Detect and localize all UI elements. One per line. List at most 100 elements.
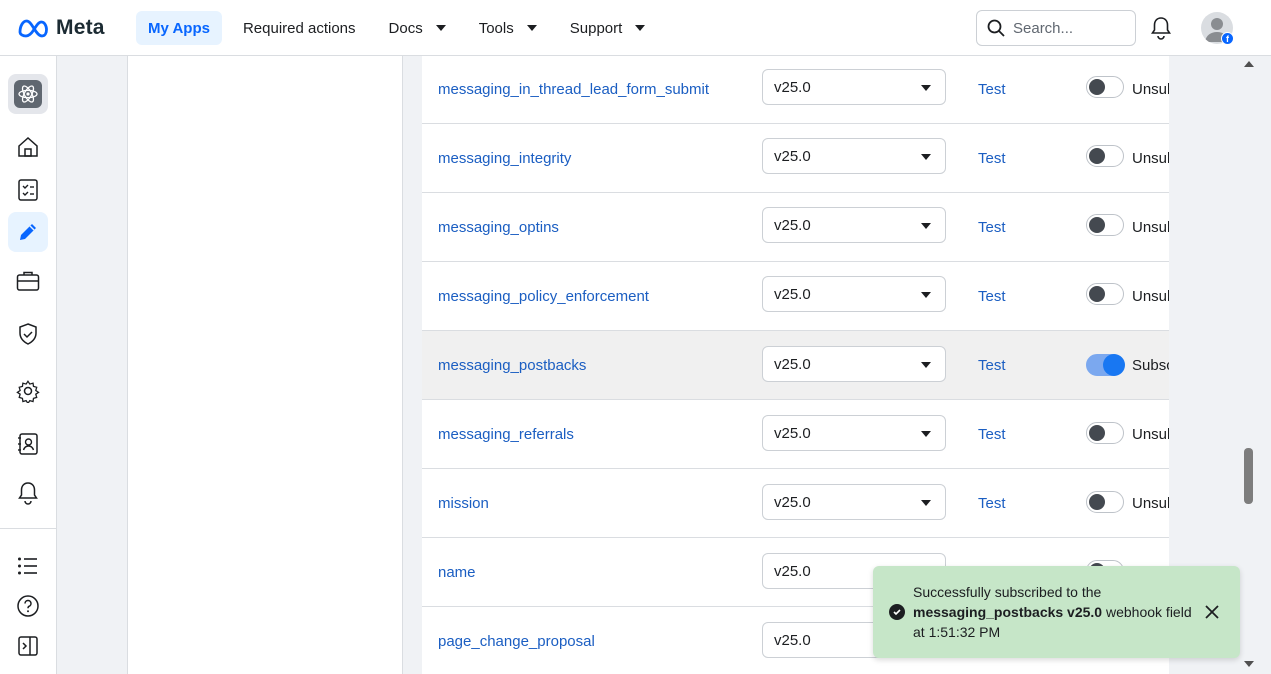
sidebar-item-app-review[interactable]	[8, 314, 48, 354]
table-row: messaging_postbacks v25.0 Test Subscribe…	[422, 331, 1169, 400]
sidebar-item-alerts[interactable]	[8, 473, 48, 513]
toggle-knob	[1089, 286, 1105, 302]
version-select[interactable]: v25.0	[762, 138, 946, 174]
nav-my-apps[interactable]: My Apps	[136, 11, 222, 45]
app-switcher-button[interactable]	[8, 74, 48, 114]
checklist-icon	[18, 179, 38, 201]
test-button[interactable]: Test	[978, 400, 1006, 468]
webhook-field-link[interactable]: messaging_optins	[438, 193, 559, 261]
chevron-down-icon	[921, 154, 931, 160]
toast-message: Successfully subscribed to the messaging…	[913, 582, 1193, 642]
toast-line-1: Successfully subscribed to the	[913, 584, 1102, 600]
version-value: v25.0	[774, 78, 811, 96]
nav-support[interactable]: Support	[558, 11, 658, 45]
version-select[interactable]: v25.0	[762, 207, 946, 243]
notifications-button[interactable]	[1150, 16, 1172, 45]
version-value: v25.0	[774, 216, 811, 234]
search-icon	[987, 19, 1005, 37]
test-button[interactable]: Test	[978, 331, 1006, 399]
meta-logo[interactable]: Meta	[16, 16, 105, 40]
webhook-field-link[interactable]: messaging_referrals	[438, 400, 574, 468]
edit-icon	[20, 224, 36, 240]
help-icon	[17, 595, 39, 617]
chevron-down-icon	[921, 431, 931, 437]
subscribe-toggle[interactable]	[1086, 491, 1124, 513]
table-row: messaging_integrity v25.0 Test Unsubscri…	[422, 124, 1169, 193]
bell-icon	[18, 482, 38, 505]
sidebar-item-help[interactable]	[8, 586, 48, 626]
list-icon	[18, 557, 37, 575]
sidebar-item-business[interactable]	[8, 261, 48, 301]
bell-icon	[1151, 17, 1171, 40]
test-button[interactable]: Test	[978, 56, 1006, 123]
table-row: mission v25.0 Test Unsubscribe	[422, 469, 1169, 538]
test-button[interactable]: Test	[978, 262, 1006, 330]
toggle-knob	[1103, 354, 1125, 376]
toggle-knob	[1089, 148, 1105, 164]
chevron-down-icon	[526, 25, 537, 31]
subscription-status: Unsubscribe	[1132, 425, 1169, 443]
version-value: v25.0	[774, 147, 811, 165]
webhook-field-link[interactable]: messaging_in_thread_lead_form_submit	[438, 56, 709, 123]
nav-required-actions[interactable]: Required actions	[231, 11, 368, 45]
table-row: messaging_in_thread_lead_form_submit v25…	[422, 56, 1169, 124]
version-select[interactable]: v25.0	[762, 69, 946, 105]
subscribe-toggle[interactable]	[1086, 214, 1124, 236]
version-select[interactable]: v25.0	[762, 484, 946, 520]
main-nav: My Apps Required actions Docs Tools Supp…	[136, 11, 666, 45]
subscription-status: Unsubscribe	[1132, 149, 1169, 167]
version-select[interactable]: v25.0	[762, 415, 946, 451]
subscribe-toggle[interactable]	[1086, 76, 1124, 98]
subscribe-toggle[interactable]	[1086, 283, 1124, 305]
briefcase-icon	[16, 271, 40, 291]
webhook-field-link[interactable]: messaging_integrity	[438, 124, 571, 192]
test-button[interactable]: Test	[978, 124, 1006, 192]
sidebar-item-roles[interactable]	[8, 424, 48, 464]
search-input[interactable]	[1013, 19, 1123, 37]
success-toast: Successfully subscribed to the messaging…	[873, 566, 1240, 658]
scroll-up-arrow-icon[interactable]	[1244, 61, 1254, 67]
nav-required-actions-label: Required actions	[242, 19, 356, 37]
webhook-field-link[interactable]: messaging_policy_enforcement	[438, 262, 649, 330]
subscribe-toggle[interactable]	[1086, 354, 1125, 376]
sidebar-item-more[interactable]	[8, 546, 48, 586]
sidebar-divider	[0, 528, 57, 529]
subscribe-toggle[interactable]	[1086, 145, 1124, 167]
page-scrollbar[interactable]	[1241, 56, 1256, 674]
chevron-down-icon	[921, 223, 931, 229]
test-button[interactable]: Test	[978, 469, 1006, 537]
chevron-down-icon	[921, 292, 931, 298]
toast-field-name: messaging_postbacks v25.0	[913, 604, 1103, 620]
sidebar-item-use-cases[interactable]	[8, 212, 48, 252]
check-circle-icon	[889, 604, 905, 620]
version-value: v25.0	[774, 424, 811, 442]
test-button[interactable]: Test	[978, 193, 1006, 261]
subscription-status: Subscribed	[1132, 356, 1169, 374]
nav-tools[interactable]: Tools	[467, 11, 549, 45]
sidebar-item-tasks[interactable]	[8, 170, 48, 210]
toast-line-2: webhook field	[1102, 604, 1192, 620]
table-row: messaging_optins v25.0 Test Unsubscribe	[422, 193, 1169, 262]
webhook-field-link[interactable]: messaging_postbacks	[438, 331, 586, 399]
version-value: v25.0	[774, 355, 811, 373]
webhook-field-link[interactable]: page_change_proposal	[438, 607, 595, 674]
table-row: messaging_policy_enforcement v25.0 Test …	[422, 262, 1169, 331]
sidebar-item-settings[interactable]	[8, 371, 48, 411]
toast-close-button[interactable]	[1204, 604, 1220, 625]
scroll-down-arrow-icon[interactable]	[1244, 661, 1254, 667]
nav-docs[interactable]: Docs	[377, 11, 458, 45]
version-select[interactable]: v25.0	[762, 276, 946, 312]
search-box[interactable]	[976, 10, 1136, 46]
webhook-field-link[interactable]: name	[438, 538, 476, 606]
webhook-field-link[interactable]: mission	[438, 469, 489, 537]
subscribe-toggle[interactable]	[1086, 422, 1124, 444]
sidebar-item-home[interactable]	[8, 127, 48, 167]
nav-docs-label: Docs	[388, 19, 423, 37]
version-select[interactable]: v25.0	[762, 346, 946, 382]
scrollbar-thumb[interactable]	[1244, 448, 1253, 504]
sidebar	[0, 56, 57, 674]
sidebar-collapse-button[interactable]	[8, 626, 48, 666]
toggle-knob	[1089, 79, 1105, 95]
chevron-down-icon	[435, 25, 446, 31]
subscription-status: Unsubscribe	[1132, 287, 1169, 305]
